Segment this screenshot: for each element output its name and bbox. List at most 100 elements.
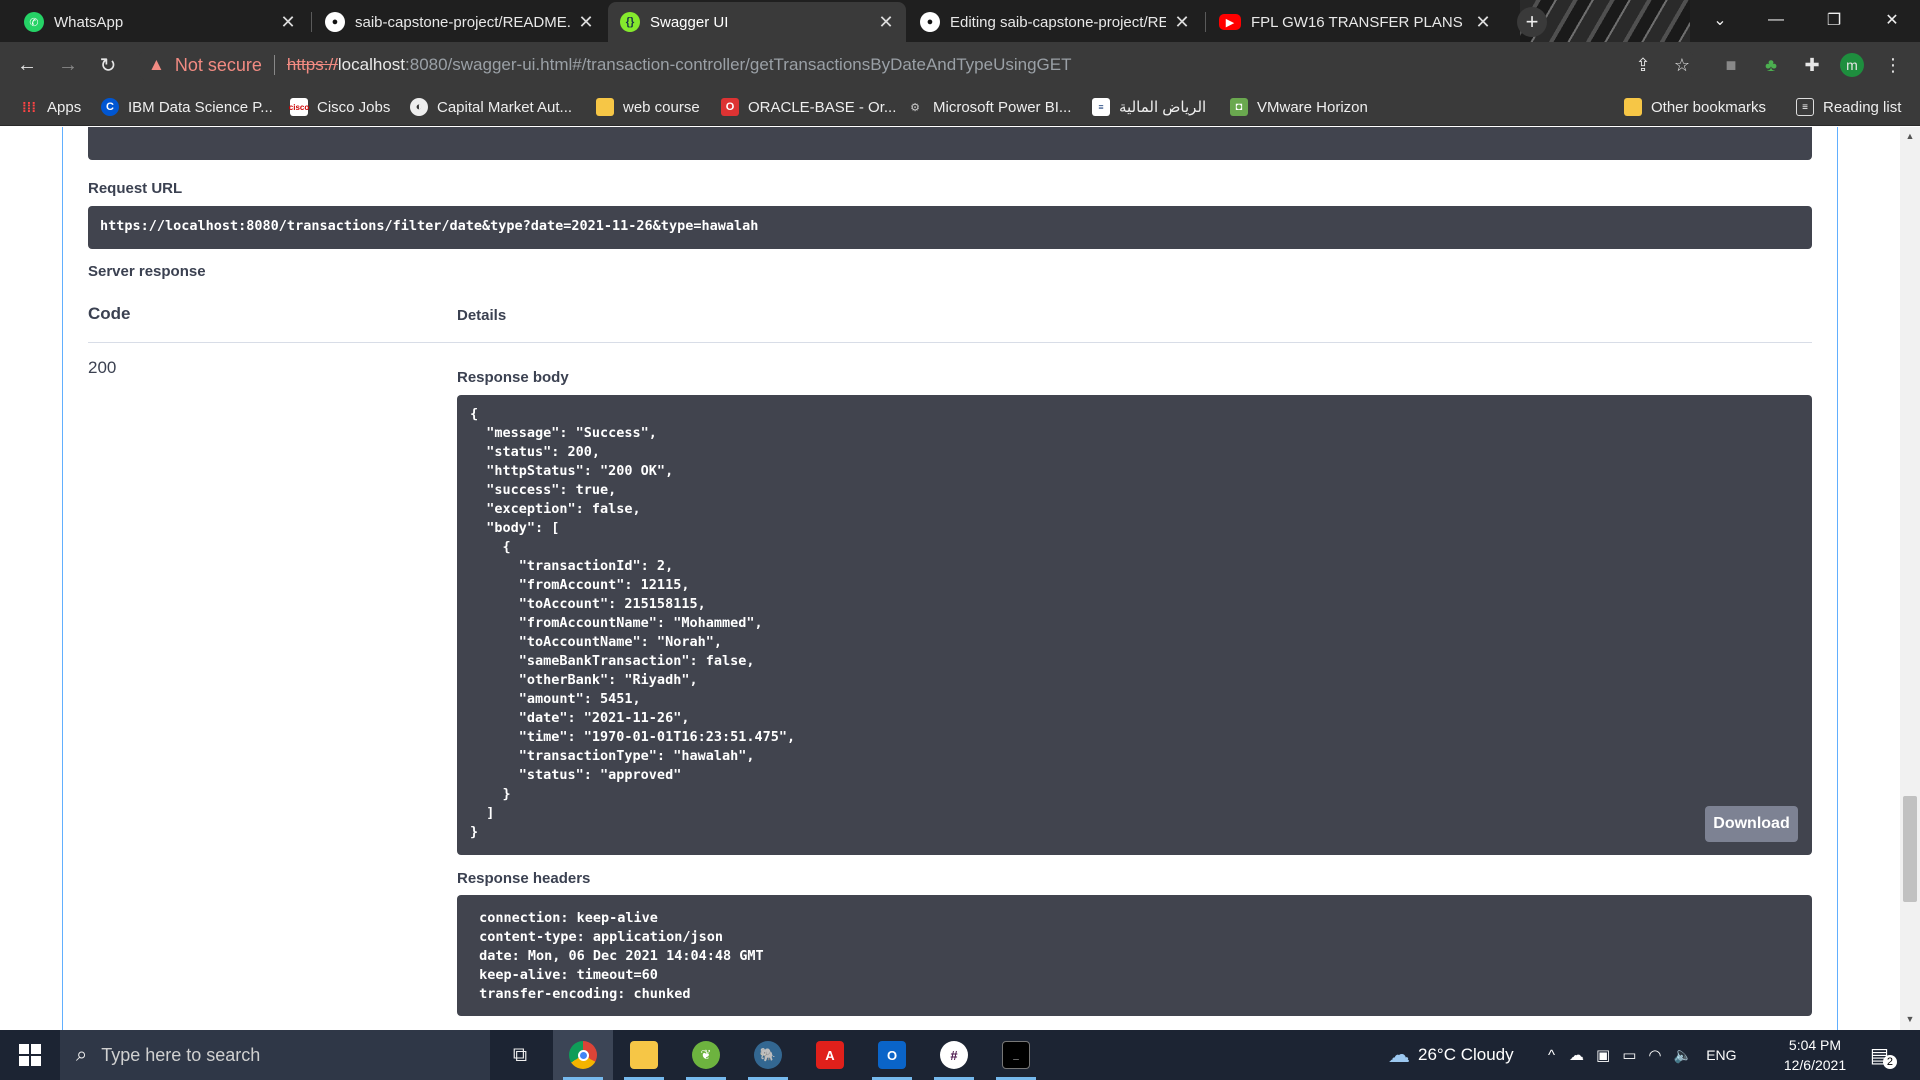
taskbar-outlook[interactable]: O xyxy=(862,1030,922,1080)
restore-button[interactable]: ❐ xyxy=(1806,0,1862,40)
request-url-value[interactable]: https://localhost:8080/transactions/filt… xyxy=(88,206,1812,249)
close-window-button[interactable]: ✕ xyxy=(1864,0,1920,40)
notification-center-button[interactable]: ▤ 2 xyxy=(1870,1030,1897,1080)
other-bookmarks[interactable]: Other bookmarks xyxy=(1624,96,1766,118)
globe-icon: ◐ xyxy=(410,98,428,116)
minimize-button[interactable]: — xyxy=(1748,0,1804,40)
swagger-icon: {} xyxy=(620,12,640,32)
bookmark-vmware[interactable]: ◘ VMware Horizon xyxy=(1230,96,1368,118)
close-tab-icon[interactable]: ✕ xyxy=(1174,12,1190,33)
forward-button[interactable]: → xyxy=(54,51,82,79)
close-tab-icon[interactable]: ✕ xyxy=(1475,12,1491,33)
new-tab-button[interactable]: + xyxy=(1517,7,1547,37)
tab-title: FPL GW16 TRANSFER PLANS | G xyxy=(1251,13,1467,31)
folder-icon xyxy=(596,98,614,116)
close-tab-icon[interactable]: ✕ xyxy=(878,12,894,33)
tray-icons: ^ ☁ ▣ ▭ ◠ 🔈 ENG xyxy=(1548,1030,1737,1080)
coursera-icon: C xyxy=(101,98,119,116)
bookmark-web-course[interactable]: web course xyxy=(596,96,700,118)
warning-triangle-icon[interactable]: ▲ xyxy=(148,55,165,75)
response-body-code[interactable]: { "message": "Success", "status": 200, "… xyxy=(457,395,1812,855)
address-bar[interactable]: ▲ Not secure https://localhost:8080/swag… xyxy=(136,47,1696,83)
chevron-up-icon[interactable]: ^ xyxy=(1548,1047,1555,1064)
bookmark-label: Microsoft Power BI... xyxy=(933,98,1072,116)
file-explorer-icon xyxy=(630,1041,658,1069)
details-column-header: Details xyxy=(457,307,507,324)
scrollbar-thumb[interactable] xyxy=(1903,796,1917,902)
outlook-icon: O xyxy=(878,1041,906,1069)
bookmark-oracle-base[interactable]: O ORACLE-BASE - Or... xyxy=(721,96,896,118)
start-button[interactable] xyxy=(0,1030,60,1080)
tab-separator xyxy=(311,12,312,32)
reading-list[interactable]: ≡ Reading list xyxy=(1796,96,1901,118)
taskbar-clock[interactable]: 5:04 PM 12/6/2021 xyxy=(1770,1035,1860,1075)
menu-kebab-icon[interactable]: ⋮ xyxy=(1880,52,1906,78)
response-headers-code[interactable]: connection: keep-alive content-type: app… xyxy=(457,895,1812,1016)
scroll-up-arrow-icon[interactable]: ▲ xyxy=(1904,131,1916,143)
page-scrollbar[interactable]: ▲ ▼ xyxy=(1900,127,1920,1030)
weather-text: 26°C Cloudy xyxy=(1418,1045,1514,1064)
url-text[interactable]: https://localhost:8080/swagger-ui.html#/… xyxy=(287,55,1072,75)
tab-title: Editing saib-capstone-project/README.md xyxy=(950,13,1166,31)
table-divider xyxy=(88,342,1812,343)
windows-taskbar: ⌕ Type here to search ⧉ ❦ 🐘 A O # _ ☁ 26… xyxy=(0,1030,1920,1080)
taskbar-slack[interactable]: # xyxy=(924,1030,984,1080)
bookmark-label: Apps xyxy=(47,98,82,116)
tree-extension-icon[interactable]: ♣ xyxy=(1758,52,1784,78)
notification-badge: 2 xyxy=(1882,1055,1897,1069)
bookmark-label: web course xyxy=(623,98,700,116)
bookmark-apps[interactable]: ⁞⁞⁞ Apps xyxy=(20,96,81,118)
taskbar-spring-tools[interactable]: ❦ xyxy=(676,1030,736,1080)
battery-icon[interactable]: ▭ xyxy=(1622,1046,1636,1064)
onedrive-icon[interactable]: ☁ xyxy=(1569,1046,1584,1064)
bookmark-riyad-capital[interactable]: ≡ الرياض المالية xyxy=(1092,96,1206,118)
weather-widget[interactable]: ☁ 26°C Cloudy xyxy=(1388,1030,1514,1080)
bookmark-cisco[interactable]: cisco Cisco Jobs xyxy=(289,96,391,118)
bookmark-label: Capital Market Aut... xyxy=(437,98,573,116)
security-label[interactable]: Not secure xyxy=(175,55,262,76)
bookmark-label: Cisco Jobs xyxy=(317,98,391,116)
volume-icon[interactable]: 🔈 xyxy=(1674,1046,1693,1064)
bookmark-power-bi[interactable]: ⚙ Microsoft Power BI... xyxy=(906,96,1071,118)
close-tab-icon[interactable]: ✕ xyxy=(280,12,296,33)
tab-title: Swagger UI xyxy=(650,13,729,31)
bookmark-capital-market[interactable]: ◐ Capital Market Aut... xyxy=(410,96,572,118)
taskbar-chrome[interactable] xyxy=(553,1030,613,1080)
download-button[interactable]: Download xyxy=(1705,806,1798,842)
share-icon[interactable]: ⇪ xyxy=(1630,52,1656,78)
tab-search-chevron-icon[interactable]: ⌄ xyxy=(1692,0,1748,40)
code-column-header: Code xyxy=(88,304,131,323)
tab-swagger-ui[interactable]: {} Swagger UI ✕ xyxy=(608,2,906,42)
bookmark-label: Other bookmarks xyxy=(1651,98,1767,116)
tab-youtube[interactable]: ▶ FPL GW16 TRANSFER PLANS | G ✕ xyxy=(1207,2,1503,42)
tab-editing-readme[interactable]: ● Editing saib-capstone-project/README.m… xyxy=(908,2,1202,42)
language-indicator[interactable]: ENG xyxy=(1706,1047,1736,1063)
bookmark-ibm[interactable]: C IBM Data Science P... xyxy=(101,96,273,118)
previous-code-block xyxy=(88,127,1812,160)
search-placeholder: Type here to search xyxy=(101,1044,261,1065)
taskbar-acrobat[interactable]: A xyxy=(800,1030,860,1080)
github-icon: ● xyxy=(325,12,345,32)
profile-avatar[interactable]: m xyxy=(1840,53,1864,77)
back-button[interactable]: ← xyxy=(13,51,41,79)
taskbar-terminal[interactable]: _ xyxy=(986,1030,1046,1080)
tab-whatsapp[interactable]: ✆ WhatsApp ✕ xyxy=(12,2,308,42)
wifi-icon[interactable]: ◠ xyxy=(1648,1046,1661,1064)
reload-button[interactable]: ↻ xyxy=(94,51,122,79)
request-url-label: Request URL xyxy=(88,180,183,197)
taskbar-file-explorer[interactable] xyxy=(614,1030,674,1080)
meet-now-icon[interactable]: ▣ xyxy=(1596,1046,1610,1064)
taskbar-pgadmin[interactable]: 🐘 xyxy=(738,1030,798,1080)
bookmark-label: الرياض المالية xyxy=(1119,99,1207,116)
scroll-down-arrow-icon[interactable]: ▼ xyxy=(1904,1014,1916,1026)
task-view-button[interactable]: ⧉ xyxy=(490,1030,550,1080)
bookmark-star-icon[interactable]: ☆ xyxy=(1669,52,1695,78)
close-tab-icon[interactable]: ✕ xyxy=(578,12,594,33)
taskbar-search[interactable]: ⌕ Type here to search xyxy=(60,1030,490,1080)
tab-readme[interactable]: ● saib-capstone-project/README.md ✕ xyxy=(313,2,606,42)
cloud-icon: ☁ xyxy=(1388,1042,1410,1067)
response-body-label: Response body xyxy=(457,369,569,386)
terminal-icon: _ xyxy=(1002,1041,1030,1069)
extension-icon[interactable]: ■ xyxy=(1718,52,1744,78)
extensions-puzzle-icon[interactable]: ✚ xyxy=(1799,52,1825,78)
